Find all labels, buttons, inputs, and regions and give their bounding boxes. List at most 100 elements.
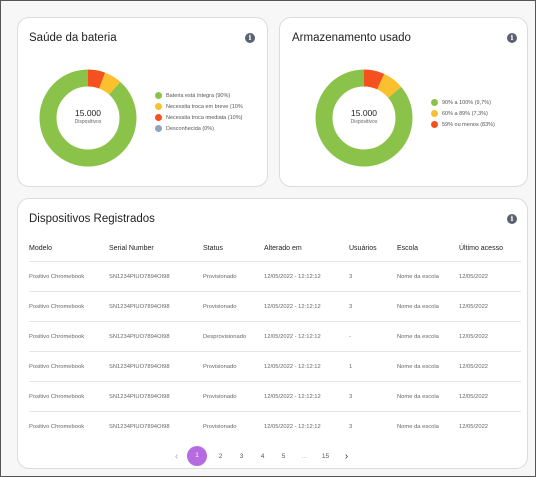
cell-usuarios: 3 [349,291,397,322]
column-header-alterado-em[interactable]: Alterado em [264,235,349,262]
page-button-1[interactable]: 1 [187,446,207,466]
battery-legend-swatch [155,125,162,132]
cell-modelo: Positivo Chromebook [29,381,109,412]
table-row[interactable]: Positivo Chromebook SN1234PIUO7894OI98 P… [29,261,521,292]
cell-alterado-em: 12/05/2022 - 12:12:12 [264,411,349,441]
cell-serial-number: SN1234PIUO7894OI98 [109,261,203,292]
cell-alterado-em: 12/05/2022 - 12:12:12 [264,381,349,412]
cell-serial-number: SN1234PIUO7894OI98 [109,321,203,352]
cell-escola: Nome da escola [397,411,459,441]
info-icon[interactable]: i [245,33,255,43]
cell-modelo: Positivo Chromebook [29,411,109,441]
battery-legend-item: Necessita troca em breve (10% [155,101,243,112]
battery-legend-item: Bateria está íntegra (90%) [155,90,243,101]
cell-status: Desprovisionado [203,321,264,352]
cell-serial-number: SN1234PIUO7894OI98 [109,381,203,412]
page-button-5[interactable]: 5 [273,453,294,460]
cell-ultimo-acesso: 12/05/2022 [459,381,521,412]
battery-legend-label: Necessita troca imediata (10%) [166,114,243,121]
cell-status: Provisionado [203,291,264,322]
cell-usuarios: - [349,321,397,352]
storage-legend: 90% a 100% (9,7%) 60% a 89% (7,3%) 59% ou … [431,97,495,130]
battery-total-label: Dispositivos [74,119,102,125]
cell-escola: Nome da escola [397,261,459,292]
cell-alterado-em: 12/05/2022 - 12:12:12 [264,351,349,382]
cell-usuarios: 1 [349,351,397,382]
pagination: ‹ 1 2 3 4 5 ... 15 › [166,446,357,466]
info-icon[interactable]: i [507,33,517,43]
cell-modelo: Positivo Chromebook [29,351,109,382]
storage-legend-swatch [431,110,438,117]
dashboard: Saúde da bateria i 15.000 Dispositivos B… [0,0,536,477]
battery-health-title: Saúde da bateria [29,32,117,44]
cell-status: Provisionado [203,351,264,382]
battery-legend-swatch [155,92,162,99]
page-button-2[interactable]: 2 [210,453,231,460]
cell-escola: Nome da escola [397,381,459,412]
devices-title: Dispositivos Registrados [29,213,155,225]
storage-card: Armazenamento usado i 15.000 Dispositivo… [279,17,528,187]
table-row[interactable]: Positivo Chromebook SN1234PIUO7894OI98 P… [29,381,521,412]
cell-usuarios: 3 [349,261,397,292]
cell-usuarios: 3 [349,411,397,441]
storage-legend-item: 90% a 100% (9,7%) [431,97,495,108]
cell-status: Provisionado [203,411,264,441]
cell-ultimo-acesso: 12/05/2022 [459,291,521,322]
battery-legend-swatch [155,103,162,110]
cell-serial-number: SN1234PIUO7894OI98 [109,291,203,322]
cell-alterado-em: 12/05/2022 - 12:12:12 [264,291,349,322]
cell-serial-number: SN1234PIUO7894OI98 [109,351,203,382]
page-button-15[interactable]: 15 [315,453,336,460]
cell-ultimo-acesso: 12/05/2022 [459,261,521,292]
page-button-3[interactable]: 3 [231,453,252,460]
battery-total: 15.000 [75,108,101,118]
cell-escola: Nome da escola [397,351,459,382]
cell-ultimo-acesso: 12/05/2022 [459,321,521,352]
cell-escola: Nome da escola [397,321,459,352]
info-icon[interactable]: i [507,214,517,224]
page-ellipsis: ... [301,452,308,460]
cell-serial-number: SN1234PIUO7894OI98 [109,411,203,441]
battery-health-card: Saúde da bateria i 15.000 Dispositivos B… [17,17,268,187]
storage-legend-swatch [431,99,438,106]
storage-legend-label: 60% a 89% (7,3%) [442,110,488,117]
column-header-modelo[interactable]: Modelo [29,235,109,262]
cell-ultimo-acesso: 12/05/2022 [459,351,521,382]
cell-modelo: Positivo Chromebook [29,291,109,322]
cell-escola: Nome da escola [397,291,459,322]
storage-total-label: Dispositivos [350,119,378,125]
devices-table: Modelo Serial Number Status Alterado em … [29,235,521,441]
table-header-row: Modelo Serial Number Status Alterado em … [29,235,521,262]
table-row[interactable]: Positivo Chromebook SN1234PIUO7894OI98 P… [29,411,521,441]
cell-status: Provisionado [203,261,264,292]
column-header-ultimo-acesso[interactable]: Último acesso [459,235,521,262]
battery-legend-swatch [155,114,162,121]
battery-legend: Bateria está íntegra (90%) Necessita troc… [155,90,243,134]
column-header-status[interactable]: Status [203,235,264,262]
battery-legend-label: Desconhecida (0%) [166,125,214,132]
table-row[interactable]: Positivo Chromebook SN1234PIUO7894OI98 P… [29,351,521,382]
storage-legend-label: 59% ou menos (83%) [442,121,495,128]
cell-alterado-em: 12/05/2022 - 12:12:12 [264,261,349,292]
column-header-escola[interactable]: Escola [397,235,459,262]
cell-ultimo-acesso: 12/05/2022 [459,411,521,441]
battery-legend-item: Desconhecida (0%) [155,123,243,134]
column-header-serial-number[interactable]: Serial Number [109,235,203,262]
battery-legend-item: Necessita troca imediata (10%) [155,112,243,123]
cell-modelo: Positivo Chromebook [29,261,109,292]
cell-alterado-em: 12/05/2022 - 12:12:12 [264,321,349,352]
cell-usuarios: 3 [349,381,397,412]
table-row[interactable]: Positivo Chromebook SN1234PIUO7894OI98 D… [29,321,521,352]
battery-legend-label: Necessita troca em breve (10% [166,103,243,110]
chevron-left-icon[interactable]: ‹ [166,451,187,462]
chevron-right-icon[interactable]: › [336,451,357,462]
battery-donut-center: 15.000 Dispositivos [38,108,138,125]
cell-status: Provisionado [203,381,264,412]
table-row[interactable]: Positivo Chromebook SN1234PIUO7894OI98 P… [29,291,521,322]
page-button-4[interactable]: 4 [252,453,273,460]
storage-legend-item: 59% ou menos (83%) [431,119,495,130]
column-header-usuarios[interactable]: Usuários [349,235,397,262]
storage-legend-swatch [431,121,438,128]
battery-legend-label: Bateria está íntegra (90%) [166,92,231,99]
storage-title: Armazenamento usado [292,32,411,44]
